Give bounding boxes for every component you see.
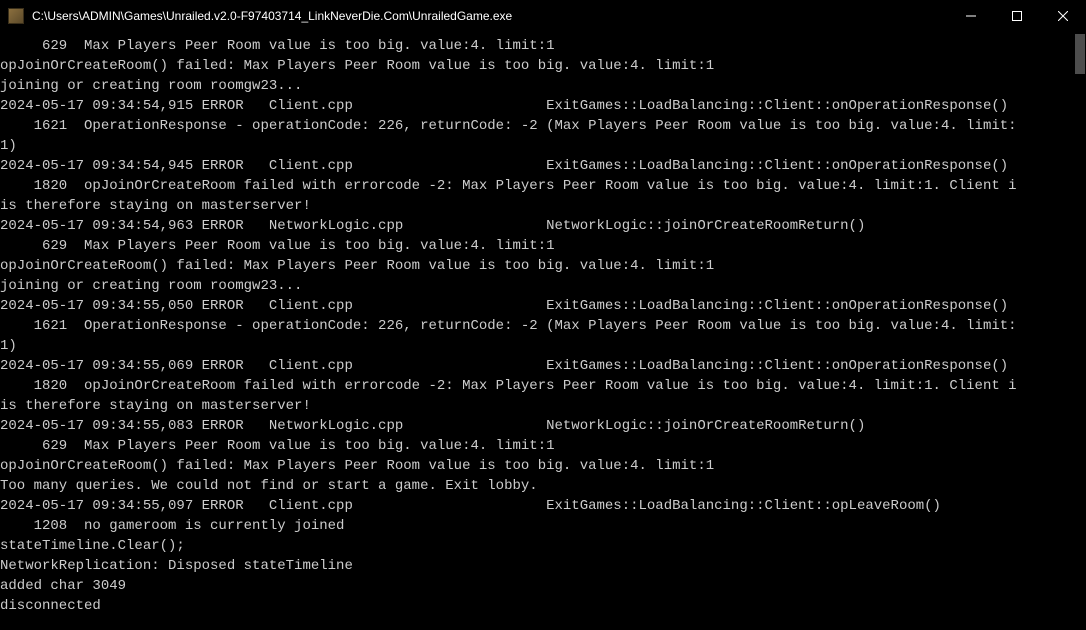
console-line: NetworkReplication: Disposed stateTimeli…: [0, 556, 1086, 576]
console-line: opJoinOrCreateRoom() failed: Max Players…: [0, 256, 1086, 276]
console-line: 629 Max Players Peer Room value is too b…: [0, 236, 1086, 256]
scrollbar-thumb[interactable]: [1075, 34, 1085, 74]
console-line: 1820 opJoinOrCreateRoom failed with erro…: [0, 176, 1086, 196]
console-line: added char 3049: [0, 576, 1086, 596]
console-line: joining or creating room roomgw23...: [0, 276, 1086, 296]
console-line: 1621 OperationResponse - operationCode: …: [0, 116, 1086, 136]
console-line: 1): [0, 336, 1086, 356]
console-line: 1208 no gameroom is currently joined: [0, 516, 1086, 536]
console-line: is therefore staying on masterserver!: [0, 396, 1086, 416]
console-line: 1820 opJoinOrCreateRoom failed with erro…: [0, 376, 1086, 396]
console-output: 629 Max Players Peer Room value is too b…: [0, 32, 1086, 620]
title-bar: C:\Users\ADMIN\Games\Unrailed.v2.0-F9740…: [0, 0, 1086, 32]
console-line: Too many queries. We could not find or s…: [0, 476, 1086, 496]
console-line: disconnected: [0, 596, 1086, 616]
minimize-icon: [966, 11, 976, 21]
console-line: 629 Max Players Peer Room value is too b…: [0, 436, 1086, 456]
console-line: 1621 OperationResponse - operationCode: …: [0, 316, 1086, 336]
console-line: joining or creating room roomgw23...: [0, 76, 1086, 96]
console-line: 2024-05-17 09:34:54,945 ERROR Client.cpp…: [0, 156, 1086, 176]
app-icon: [8, 8, 24, 24]
console-line: 2024-05-17 09:34:55,097 ERROR Client.cpp…: [0, 496, 1086, 516]
close-icon: [1058, 11, 1068, 21]
console-line: 2024-05-17 09:34:55,050 ERROR Client.cpp…: [0, 296, 1086, 316]
console-line: 2024-05-17 09:34:54,963 ERROR NetworkLog…: [0, 216, 1086, 236]
console-line: is therefore staying on masterserver!: [0, 196, 1086, 216]
console-line: 2024-05-17 09:34:54,915 ERROR Client.cpp…: [0, 96, 1086, 116]
maximize-icon: [1012, 11, 1022, 21]
maximize-button[interactable]: [994, 0, 1040, 32]
console-line: 629 Max Players Peer Room value is too b…: [0, 36, 1086, 56]
console-line: 1): [0, 136, 1086, 156]
console-line: opJoinOrCreateRoom() failed: Max Players…: [0, 56, 1086, 76]
console-line: 2024-05-17 09:34:55,069 ERROR Client.cpp…: [0, 356, 1086, 376]
vertical-scrollbar[interactable]: [1072, 32, 1086, 630]
close-button[interactable]: [1040, 0, 1086, 32]
console-line: 2024-05-17 09:34:55,083 ERROR NetworkLog…: [0, 416, 1086, 436]
window-title: C:\Users\ADMIN\Games\Unrailed.v2.0-F9740…: [32, 9, 948, 23]
window-controls: [948, 0, 1086, 32]
minimize-button[interactable]: [948, 0, 994, 32]
console-line: opJoinOrCreateRoom() failed: Max Players…: [0, 456, 1086, 476]
console-line: stateTimeline.Clear();: [0, 536, 1086, 556]
